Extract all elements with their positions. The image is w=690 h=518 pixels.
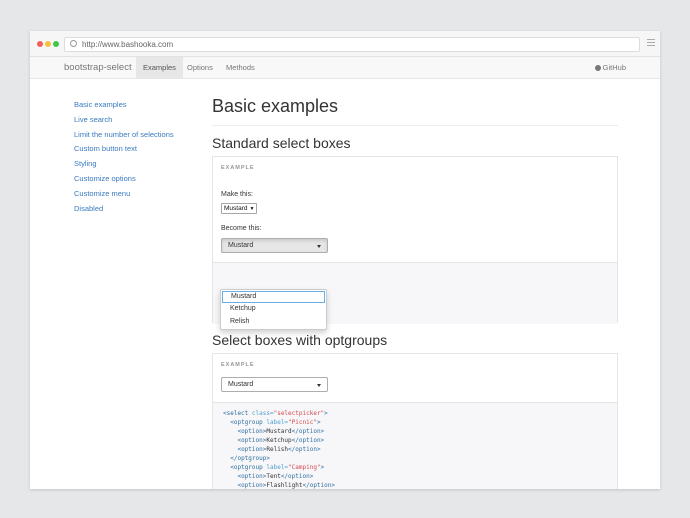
code-line: <option>Relish</option> bbox=[237, 446, 321, 453]
browser-window: http://www.bashooka.com bootstrap-select… bbox=[30, 31, 660, 489]
page-title: Basic examples bbox=[212, 96, 339, 116]
dropdown-option-mustard[interactable]: Mustard bbox=[222, 291, 325, 303]
code-line: <select class="selectpicker"> bbox=[223, 410, 328, 417]
sidebar-item-limit-selections[interactable]: Limit the number of selections bbox=[74, 130, 174, 139]
example-box-optgroups: EXAMPLE Mustard <select class="selectpic… bbox=[212, 353, 618, 489]
section-title-standard: Standard select boxes bbox=[212, 135, 351, 151]
github-icon bbox=[594, 64, 601, 71]
select-value: Mustard bbox=[228, 381, 254, 388]
maximize-window-dot[interactable] bbox=[53, 41, 59, 47]
dropdown-option-ketchup[interactable]: Ketchup bbox=[222, 303, 325, 315]
search-icon bbox=[70, 40, 77, 47]
select-value: Mustard bbox=[228, 242, 254, 249]
caret-down-icon bbox=[317, 245, 321, 248]
code-line: <option>Flashlight</option> bbox=[237, 482, 335, 489]
sidebar-item-custom-button-text[interactable]: Custom button text bbox=[74, 144, 174, 153]
github-label: GitHub bbox=[602, 63, 626, 72]
code-line: <option>Ketchup</option> bbox=[237, 437, 325, 444]
code-block: <select class="selectpicker"> <optgroup … bbox=[213, 402, 617, 489]
code-line: <option>Tent</option> bbox=[237, 473, 314, 480]
nav-examples[interactable]: Examples bbox=[136, 57, 183, 78]
example-label: EXAMPLE bbox=[221, 362, 255, 368]
native-select-value: Mustard bbox=[224, 205, 248, 212]
section-title-optgroups: Select boxes with optgroups bbox=[212, 332, 388, 348]
close-window-dot[interactable] bbox=[37, 41, 43, 47]
dropdown-option-relish[interactable]: Relish bbox=[222, 316, 325, 328]
sidebar-item-styling[interactable]: Styling bbox=[74, 159, 174, 168]
address-url: http://www.bashooka.com bbox=[82, 40, 174, 49]
bootstrap-select-button[interactable]: Mustard bbox=[221, 238, 328, 253]
sidebar-item-customize-menu[interactable]: Customize menu bbox=[74, 189, 174, 198]
sidebar-item-disabled[interactable]: Disabled bbox=[74, 204, 174, 213]
become-this-label: Become this: bbox=[221, 225, 262, 232]
nav-options[interactable]: Options bbox=[187, 57, 213, 78]
example-label: EXAMPLE bbox=[221, 165, 255, 171]
native-select[interactable]: Mustard ▼ bbox=[221, 203, 258, 214]
code-line: <optgroup label="Picnic"> bbox=[230, 419, 321, 426]
address-bar[interactable]: http://www.bashooka.com bbox=[64, 37, 640, 52]
sidebar-item-basic-examples[interactable]: Basic examples bbox=[74, 100, 174, 109]
caret-down-icon: ▼ bbox=[249, 206, 255, 212]
nav-github[interactable]: GitHub bbox=[594, 57, 626, 78]
top-navbar: bootstrap-select Examples Options Method… bbox=[30, 57, 660, 79]
hamburger-menu-icon[interactable] bbox=[647, 39, 655, 48]
title-divider bbox=[212, 125, 618, 126]
code-line: <option>Mustard</option> bbox=[237, 428, 325, 435]
sidebar-item-customize-options[interactable]: Customize options bbox=[74, 174, 174, 183]
nav-methods[interactable]: Methods bbox=[226, 57, 255, 78]
sidebar-nav: Basic examples Live search Limit the num… bbox=[74, 100, 174, 218]
minimize-window-dot[interactable] bbox=[45, 41, 51, 47]
caret-down-icon bbox=[317, 384, 321, 387]
sidebar-item-live-search[interactable]: Live search bbox=[74, 115, 174, 124]
select-dropdown-menu: Mustard Ketchup Relish bbox=[220, 289, 327, 330]
browser-chrome: http://www.bashooka.com bbox=[30, 31, 660, 57]
make-this-label: Make this: bbox=[221, 191, 253, 198]
code-line: </optgroup> bbox=[230, 455, 270, 462]
bootstrap-select-button[interactable]: Mustard bbox=[221, 377, 328, 392]
code-line: <optgroup label="Camping"> bbox=[230, 464, 325, 471]
navbar-brand[interactable]: bootstrap-select bbox=[64, 61, 132, 74]
